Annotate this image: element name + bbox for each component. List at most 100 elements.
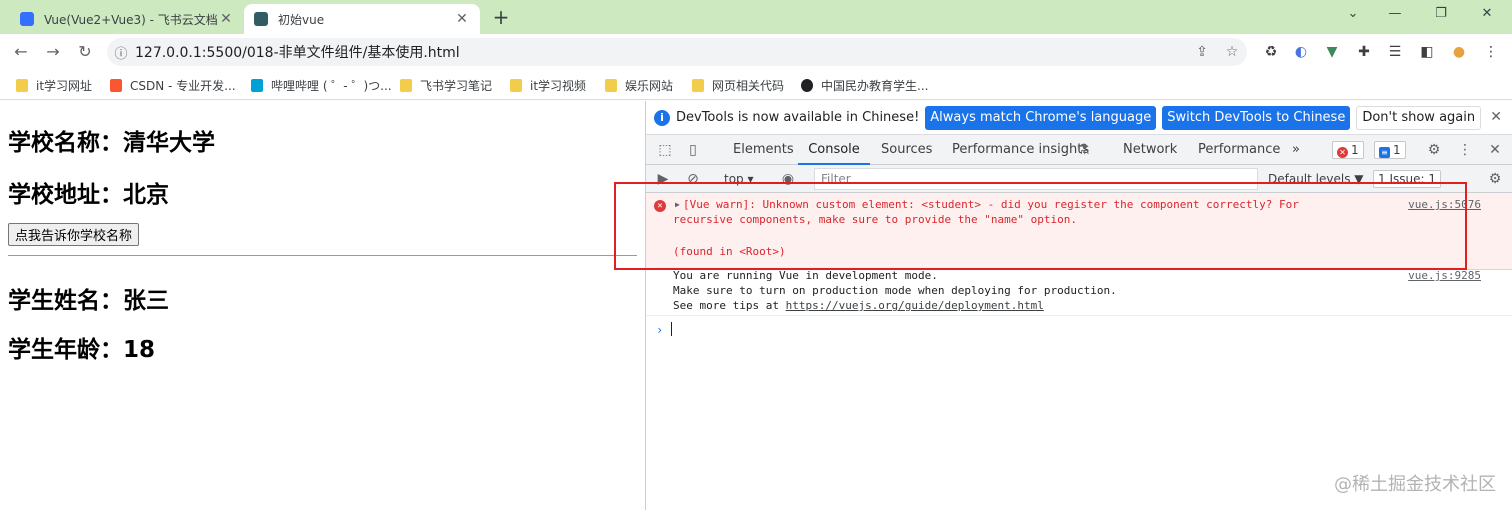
switch-to-chinese-button[interactable]: Switch DevTools to Chinese (1162, 105, 1351, 130)
bookmark-label: 中国民办教育学生... (821, 78, 929, 93)
divider (8, 255, 637, 256)
folder-icon (510, 78, 522, 92)
bookmark-item[interactable]: it学习视频 (510, 76, 586, 94)
new-tab-button[interactable]: + (488, 6, 514, 30)
menu-kebab-icon[interactable]: ⋮ (1481, 43, 1501, 61)
error-count: 1 (1351, 143, 1359, 157)
message-count: 1 (1393, 143, 1401, 157)
tab-performance-insights[interactable]: Performance insights (952, 135, 1089, 165)
vue-dev-mode-log: You are running Vue in development mode.… (646, 269, 1512, 316)
device-toolbar-icon[interactable]: ▯ (684, 141, 702, 159)
bookmark-label: 网页相关代码 (712, 78, 785, 93)
profile-avatar-icon[interactable]: ● (1449, 43, 1469, 61)
share-icon[interactable]: ⇪ (1187, 44, 1217, 60)
tab-sources[interactable]: Sources (881, 135, 932, 165)
recycle-extension-icon[interactable]: ♻ (1261, 43, 1281, 61)
globe-icon (801, 78, 813, 92)
bookmarks-bar: it学习网址 CSDN - 专业开发... 哔哩哔哩 ( ゜- ゜)つ... 飞… (0, 70, 1512, 100)
bookmark-item[interactable]: 飞书学习笔记 (400, 76, 492, 94)
bookmark-item[interactable]: 哔哩哔哩 ( ゜- ゜)つ... (251, 76, 392, 94)
log-line: See more tips at https://vuejs.org/guide… (673, 299, 1044, 312)
close-tab-icon[interactable]: ✕ (454, 11, 470, 27)
tab-network[interactable]: Network (1123, 135, 1177, 165)
address-bar[interactable]: ⓘ 127.0.0.1:5500/018-非单文件组件/基本使用.html ⇪ … (107, 38, 1247, 66)
tab-feishu[interactable]: Vue(Vue2+Vue3) - 飞书云文档 ✕ (10, 4, 244, 34)
extensions-puzzle-icon[interactable]: ✚ (1354, 43, 1374, 61)
tab-elements[interactable]: Elements (733, 135, 794, 165)
forward-icon[interactable]: → (40, 40, 66, 64)
tab-performance[interactable]: Performance (1198, 135, 1280, 165)
minimize-icon[interactable]: — (1372, 6, 1418, 21)
log-line: Make sure to turn on production mode whe… (673, 284, 1117, 297)
bookmark-label: 娱乐网站 (625, 78, 674, 93)
dont-show-again-button[interactable]: Don't show again (1356, 105, 1482, 130)
tab-search-icon[interactable]: ⌄ (1330, 6, 1376, 21)
bookmark-label: CSDN - 专业开发... (130, 78, 236, 93)
side-panel-icon[interactable]: ◧ (1417, 43, 1437, 61)
close-infobar-icon[interactable]: ✕ (1490, 109, 1502, 125)
student-age-heading: 学生年龄：18 (8, 337, 156, 363)
folder-icon (400, 78, 412, 92)
deployment-guide-link[interactable]: https://vuejs.org/guide/deployment.html (786, 299, 1044, 312)
vue-devtools-icon[interactable]: ▼ (1322, 43, 1342, 61)
info-icon: i (654, 109, 670, 126)
student-name-heading: 学生姓名：张三 (8, 288, 169, 314)
bookmark-star-icon[interactable]: ☆ (1217, 44, 1247, 60)
log-source-link[interactable]: vue.js:9285 (1408, 269, 1481, 282)
folder-icon (16, 78, 28, 92)
inspect-element-icon[interactable]: ⬚ (656, 141, 674, 159)
show-school-name-button[interactable]: 点我告诉你学校名称 (8, 223, 140, 246)
tab-strip: Vue(Vue2+Vue3) - 飞书云文档 ✕ 初始vue ✕ + ⌄ — ❐… (0, 0, 1512, 34)
tab-title: 初始vue (278, 12, 325, 27)
tab-console[interactable]: Console (798, 135, 870, 165)
bookmark-item[interactable]: it学习网址 (16, 76, 92, 94)
csdn-icon (110, 78, 122, 92)
close-devtools-icon[interactable]: ✕ (1486, 141, 1504, 159)
bookmark-label: 飞书学习笔记 (420, 78, 493, 93)
watermark: @稀土掘金技术社区 (1334, 474, 1496, 495)
console-prompt-icon: › (656, 323, 664, 337)
console-settings-icon[interactable]: ⚙ (1486, 170, 1504, 188)
url-text[interactable]: 127.0.0.1:5500/018-非单文件组件/基本使用.html (135, 42, 1187, 62)
devtools-panel: i DevTools is now available in Chinese! … (645, 101, 1512, 510)
infobar-message: DevTools is now available in Chinese! (676, 110, 920, 125)
site-info-icon[interactable]: ⓘ (107, 43, 135, 62)
console-input[interactable] (671, 322, 672, 336)
message-count-badge[interactable]: ≡ 1 (1374, 141, 1406, 159)
page-viewport: 学校名称：清华大学 学校地址：北京 点我告诉你学校名称 学生姓名：张三 学生年龄… (0, 101, 645, 510)
opera-extension-icon[interactable]: ◐ (1291, 43, 1311, 61)
school-name-heading: 学校名称：清华大学 (8, 130, 215, 156)
match-language-button[interactable]: Always match Chrome's language (925, 105, 1157, 130)
vue-page-icon (254, 12, 268, 26)
bookmark-item[interactable]: 娱乐网站 (605, 76, 673, 94)
flask-icon: ⚗ (1076, 142, 1090, 158)
close-tab-icon[interactable]: ✕ (218, 11, 234, 27)
reload-icon[interactable]: ↻ (72, 40, 98, 64)
devtools-tabbar: ⬚ ▯ Elements Console Sources Performance… (646, 135, 1512, 165)
error-count-badge[interactable]: ✕ 1 (1332, 141, 1364, 159)
folder-icon (692, 78, 704, 92)
error-icon: ✕ (1337, 147, 1348, 158)
devtools-menu-icon[interactable]: ⋮ (1456, 141, 1474, 159)
reading-list-icon[interactable]: ☰ (1385, 43, 1405, 61)
log-prefix: See more tips at (673, 299, 786, 312)
bookmark-item[interactable]: 网页相关代码 (692, 76, 784, 94)
settings-gear-icon[interactable]: ⚙ (1425, 141, 1443, 159)
bookmark-item[interactable]: 中国民办教育学生... (801, 76, 928, 94)
log-line: You are running Vue in development mode. (673, 269, 938, 282)
feishu-doc-icon (20, 12, 34, 26)
more-tabs-button[interactable]: » (1292, 135, 1300, 165)
close-window-icon[interactable]: ✕ (1464, 6, 1510, 21)
back-icon[interactable]: ← (8, 40, 34, 64)
browser-toolbar: ← → ↻ ⓘ 127.0.0.1:5500/018-非单文件组件/基本使用.h… (0, 34, 1512, 70)
tab-vue[interactable]: 初始vue ✕ (244, 4, 480, 34)
bookmark-item[interactable]: CSDN - 专业开发... (110, 76, 236, 94)
language-infobar: i DevTools is now available in Chinese! … (646, 101, 1512, 135)
folder-icon (605, 78, 617, 92)
bookmark-label: it学习视频 (530, 78, 587, 93)
bookmark-label: 哔哩哔哩 ( ゜- ゜)つ... (271, 78, 392, 93)
highlight-box (614, 182, 1467, 270)
message-icon: ≡ (1379, 147, 1390, 158)
bookmark-label: it学习网址 (36, 78, 93, 93)
restore-icon[interactable]: ❐ (1418, 6, 1464, 21)
